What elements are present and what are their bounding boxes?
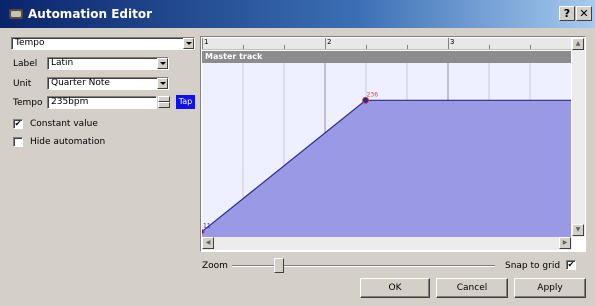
ruler-label: 1	[204, 38, 209, 46]
parameter-select-value: Tempo	[15, 38, 45, 48]
parameter-select[interactable]: Tempo	[11, 37, 195, 50]
vertical-scrollbar[interactable]: ▲ ▼	[572, 38, 585, 237]
scroll-right-icon[interactable]: ▶	[559, 237, 571, 249]
title-bar: Automation Editor ? ✕	[0, 0, 595, 28]
ruler-tick	[284, 45, 285, 49]
unit-caption: Unit	[13, 79, 32, 89]
timeline-ruler[interactable]: 1 2 3	[202, 38, 571, 50]
ruler-tick	[448, 38, 449, 49]
apply-button[interactable]: Apply	[514, 278, 586, 298]
track-header: Master track	[202, 51, 571, 63]
tempo-caption: Tempo	[13, 98, 43, 108]
zoom-slider[interactable]	[232, 265, 495, 267]
constant-value-label: Constant value	[30, 119, 98, 129]
hide-automation-label: Hide automation	[30, 137, 106, 147]
tempo-input[interactable]: 235bpm	[47, 96, 157, 109]
hide-automation-checkbox[interactable]	[13, 137, 23, 147]
scroll-up-icon[interactable]: ▲	[572, 38, 584, 50]
ruler-tick	[489, 45, 490, 49]
ruler-tick	[325, 38, 326, 49]
tempo-input-value: 235bpm	[51, 97, 89, 107]
label-select[interactable]: Latin	[47, 57, 169, 70]
tap-button[interactable]: Tap	[176, 95, 195, 109]
close-button[interactable]: ✕	[576, 6, 592, 21]
ruler-label: 3	[450, 38, 455, 46]
app-icon	[9, 9, 23, 19]
window-title: Automation Editor	[28, 7, 153, 21]
automation-point[interactable]	[202, 229, 205, 235]
label-select-value: Latin	[51, 58, 74, 68]
constant-value-checkbox[interactable]: ✔	[13, 119, 23, 129]
scroll-left-icon[interactable]: ◀	[202, 237, 214, 249]
horizontal-scrollbar[interactable]: ◀ ▶	[202, 237, 572, 250]
snap-to-grid-checkbox[interactable]: ✔	[566, 260, 576, 270]
zoom-label: Zoom	[202, 261, 228, 271]
ruler-label: 2	[327, 38, 332, 46]
zoom-slider-handle[interactable]	[274, 258, 284, 273]
ruler-tick	[243, 45, 244, 49]
unit-select[interactable]: Quarter Note	[47, 77, 169, 90]
label-caption: Label	[13, 59, 38, 69]
automation-editor: 1 2 3 Master track 11 236 ▲ ▼ ◀ ▶	[200, 36, 586, 252]
ruler-tick	[202, 38, 203, 49]
ok-button[interactable]: OK	[360, 278, 430, 298]
scroll-down-icon[interactable]: ▼	[572, 224, 584, 236]
snap-to-grid-label: Snap to grid	[505, 261, 561, 271]
automation-plot[interactable]: 11 236	[202, 63, 571, 238]
tempo-spinner[interactable]	[158, 96, 170, 109]
ruler-tick	[366, 45, 367, 49]
unit-select-value: Quarter Note	[51, 78, 110, 88]
spin-down-button[interactable]	[158, 102, 170, 108]
ruler-tick	[407, 45, 408, 49]
help-button[interactable]: ?	[559, 6, 575, 21]
chevron-down-icon[interactable]	[183, 38, 194, 49]
ruler-tick	[530, 45, 531, 49]
cancel-button[interactable]: Cancel	[436, 278, 508, 298]
chevron-down-icon[interactable]	[157, 78, 168, 89]
point-value-label: 236	[367, 91, 379, 98]
chevron-down-icon[interactable]	[157, 58, 168, 69]
point-value-label: 11	[203, 223, 211, 230]
